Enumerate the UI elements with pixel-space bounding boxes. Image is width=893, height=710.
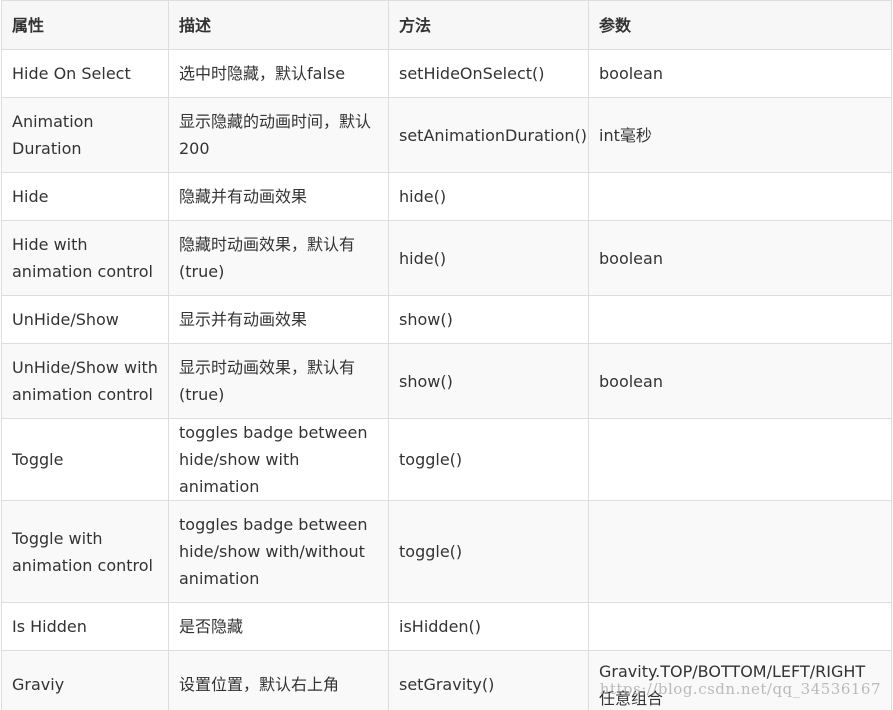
cell-description: 隐藏并有动画效果: [168, 172, 389, 221]
cell-parameter: boolean: [588, 220, 892, 296]
table-row: Is Hidden 是否隐藏 isHidden(): [1, 602, 892, 651]
cell-attribute: Animation Duration: [1, 97, 169, 173]
cell-attribute: UnHide/Show with animation control: [1, 343, 169, 419]
cell-attribute: Is Hidden: [1, 602, 169, 651]
cell-parameter: [588, 602, 892, 651]
cell-attribute: Hide On Select: [1, 49, 169, 98]
cell-parameter: boolean: [588, 49, 892, 98]
cell-method: setGravity(): [388, 650, 589, 710]
cell-parameter: [588, 500, 892, 603]
cell-description: 显示并有动画效果: [168, 295, 389, 344]
cell-method: setAnimationDuration(): [388, 97, 589, 173]
cell-description: 隐藏时动画效果，默认有(true): [168, 220, 389, 296]
cell-parameter: Gravity.TOP/BOTTOM/LEFT/RIGHT任意组合: [588, 650, 892, 710]
api-table: 属性 描述 方法 参数 Hide On Select 选中时隐藏，默认false…: [1, 0, 892, 710]
table-row: Toggle with animation control toggles ba…: [1, 500, 892, 603]
table-header-row: 属性 描述 方法 参数: [1, 0, 892, 50]
cell-description: 是否隐藏: [168, 602, 389, 651]
cell-attribute: Hide: [1, 172, 169, 221]
cell-description: 选中时隐藏，默认false: [168, 49, 389, 98]
cell-attribute: Hide with animation control: [1, 220, 169, 296]
cell-method: toggle(): [388, 500, 589, 603]
cell-method: hide(): [388, 220, 589, 296]
cell-parameter: int毫秒: [588, 97, 892, 173]
cell-parameter: [588, 418, 892, 501]
cell-attribute: Toggle: [1, 418, 169, 501]
cell-description: 显示时动画效果，默认有(true): [168, 343, 389, 419]
header-method: 方法: [388, 0, 589, 50]
cell-method: toggle(): [388, 418, 589, 501]
table-row: Hide On Select 选中时隐藏，默认false setHideOnSe…: [1, 49, 892, 98]
cell-description: 显示隐藏的动画时间，默认200: [168, 97, 389, 173]
table-row: Hide 隐藏并有动画效果 hide(): [1, 172, 892, 221]
header-attribute: 属性: [1, 0, 169, 50]
table-row: UnHide/Show with animation control 显示时动画…: [1, 343, 892, 419]
cell-description: toggles badge between hide/show with ani…: [168, 418, 389, 501]
table-row: UnHide/Show 显示并有动画效果 show(): [1, 295, 892, 344]
cell-parameter: boolean: [588, 343, 892, 419]
cell-method: show(): [388, 295, 589, 344]
header-parameter: 参数: [588, 0, 892, 50]
cell-description: toggles badge between hide/show with/wit…: [168, 500, 389, 603]
cell-attribute: UnHide/Show: [1, 295, 169, 344]
cell-method: isHidden(): [388, 602, 589, 651]
table-row: Graviy 设置位置，默认右上角 setGravity() Gravity.T…: [1, 650, 892, 710]
table-row: Toggle toggles badge between hide/show w…: [1, 418, 892, 501]
header-description: 描述: [168, 0, 389, 50]
cell-method: hide(): [388, 172, 589, 221]
table-row: Animation Duration 显示隐藏的动画时间，默认200 setAn…: [1, 97, 892, 173]
cell-parameter: [588, 172, 892, 221]
cell-method: setHideOnSelect(): [388, 49, 589, 98]
cell-attribute: Graviy: [1, 650, 169, 710]
cell-description: 设置位置，默认右上角: [168, 650, 389, 710]
cell-attribute: Toggle with animation control: [1, 500, 169, 603]
cell-method: show(): [388, 343, 589, 419]
cell-parameter: [588, 295, 892, 344]
table-row: Hide with animation control 隐藏时动画效果，默认有(…: [1, 220, 892, 296]
